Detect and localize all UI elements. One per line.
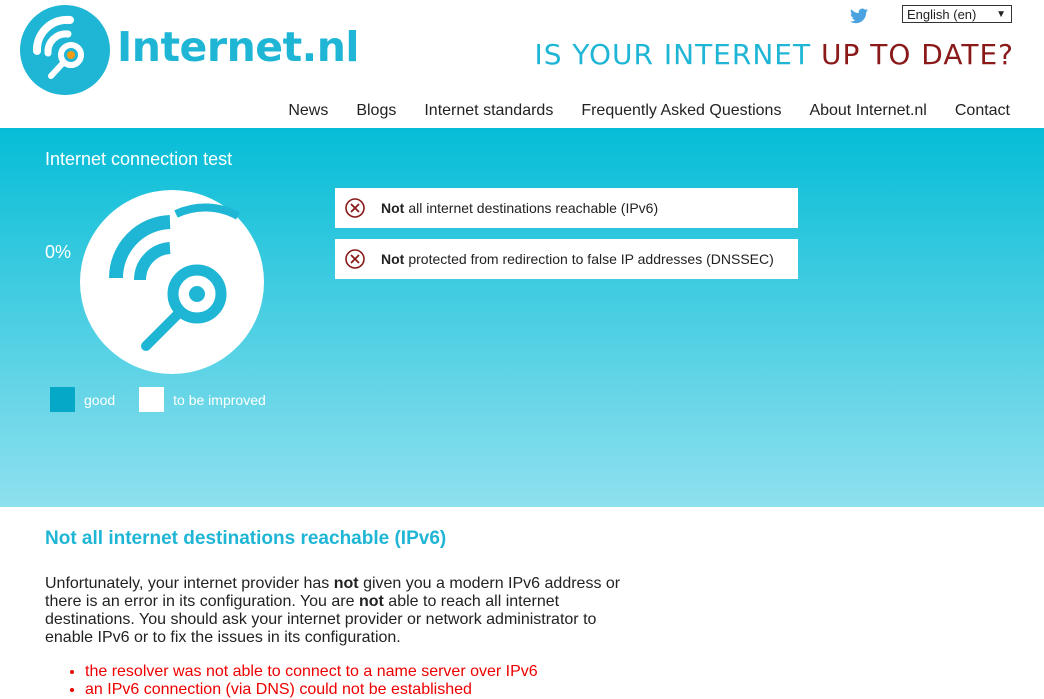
- legend-bad-swatch: [139, 387, 165, 412]
- error-item: the resolver was not able to connect to …: [85, 663, 645, 681]
- detail-paragraph: Unfortunately, your internet provider ha…: [45, 575, 645, 647]
- fail-icon: [345, 198, 365, 218]
- nav-news[interactable]: News: [288, 102, 328, 120]
- result-card-dnssec[interactable]: Not protected from redirection to false …: [335, 239, 798, 279]
- score-percentage: 0%: [45, 242, 72, 262]
- language-select[interactable]: English (en) ▼: [902, 5, 1012, 23]
- result-card-ipv6[interactable]: Not all internet destinations reachable …: [335, 188, 798, 228]
- brand-name[interactable]: Internet.nl: [117, 23, 359, 71]
- language-select-value: English (en): [907, 7, 977, 22]
- internet-nl-logo[interactable]: [20, 5, 110, 95]
- detail-text-1: Unfortunately, your internet provider ha…: [45, 575, 330, 592]
- result-bold: Not: [381, 251, 405, 267]
- legend-bad-label: to be improved: [173, 391, 266, 408]
- error-list: the resolver was not able to connect to …: [45, 663, 645, 699]
- dropdown-arrow-icon: ▼: [996, 9, 1006, 20]
- detail-bold-2: not: [358, 593, 384, 610]
- nav-faq[interactable]: Frequently Asked Questions: [581, 102, 781, 120]
- tagline-part1: IS YOUR INTERNET: [534, 38, 812, 71]
- test-title: Internet connection test: [45, 149, 233, 169]
- test-result-panel: Internet connection test 0% good to be i…: [0, 128, 1044, 507]
- fail-icon: [345, 249, 365, 269]
- tagline: IS YOUR INTERNET UP TO DATE?: [534, 38, 1014, 71]
- detail-heading: Not all internet destinations reachable …: [45, 528, 447, 549]
- nav-contact[interactable]: Contact: [955, 102, 1010, 120]
- twitter-icon[interactable]: [850, 8, 868, 24]
- site-header: Internet.nl English (en) ▼ IS YOUR INTER…: [0, 0, 1044, 128]
- result-bold: Not: [381, 200, 405, 216]
- legend-good-swatch: [50, 387, 75, 412]
- nav-blogs[interactable]: Blogs: [356, 102, 396, 120]
- detail-bold-1: not: [333, 575, 359, 592]
- error-item: an IPv6 connection (via DNS) could not b…: [85, 681, 645, 699]
- nav-about[interactable]: About Internet.nl: [809, 102, 926, 120]
- main-nav: News Blogs Internet standards Frequently…: [288, 102, 1010, 120]
- result-text: all internet destinations reachable (IPv…: [408, 200, 659, 216]
- result-text: protected from redirection to false IP a…: [408, 251, 774, 267]
- legend-good-label: good: [84, 391, 116, 408]
- tagline-part2: UP TO DATE?: [820, 38, 1014, 71]
- legend: good to be improved: [50, 387, 266, 412]
- score-circle-icon: [80, 190, 264, 374]
- nav-internet-standards[interactable]: Internet standards: [424, 102, 553, 120]
- result-detail: Not all internet destinations reachable …: [45, 528, 645, 699]
